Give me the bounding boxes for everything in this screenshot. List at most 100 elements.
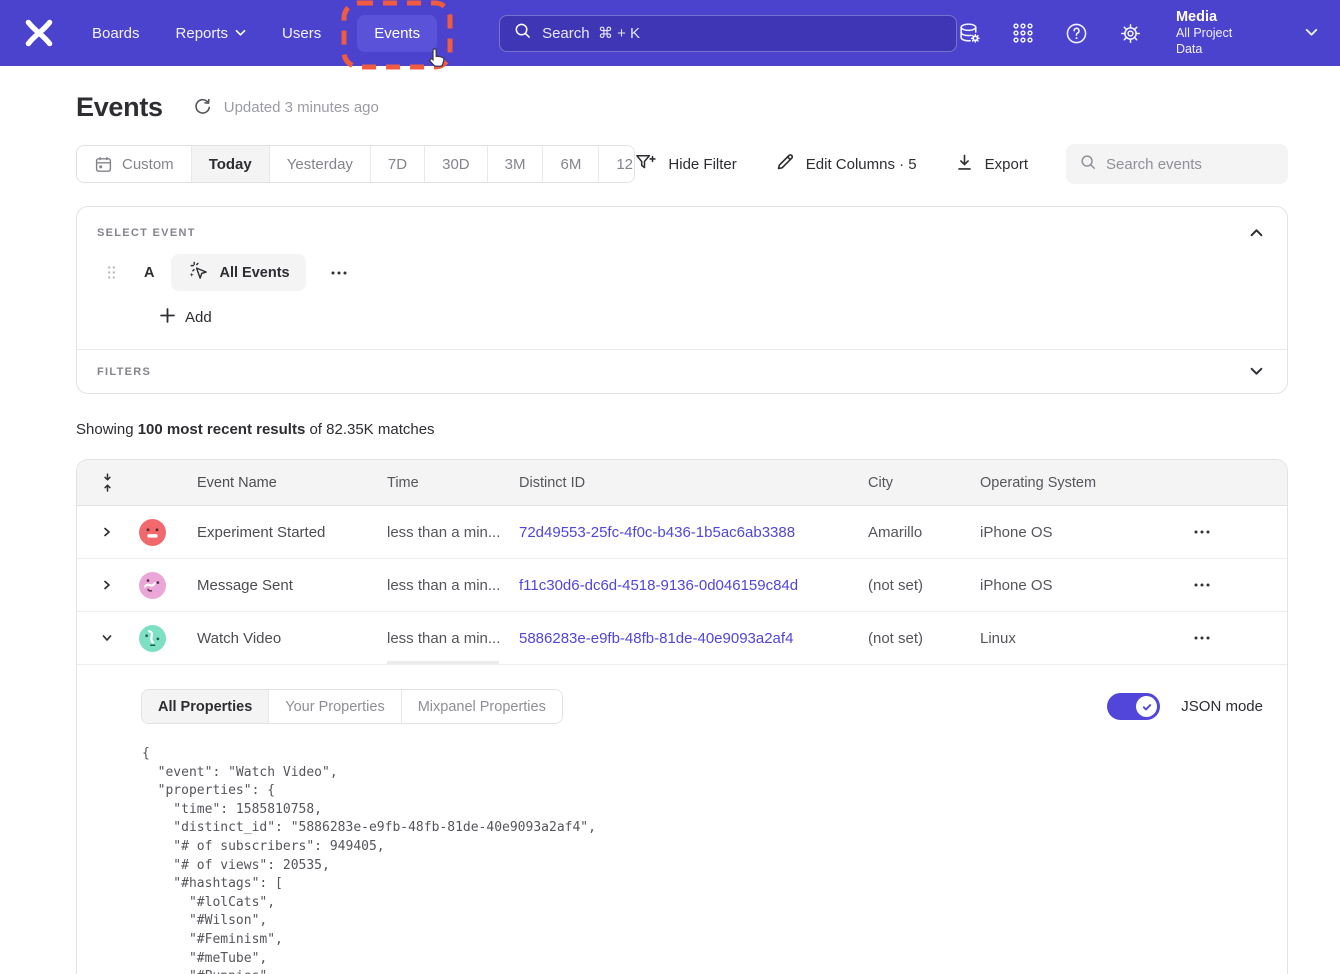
search-icon — [513, 21, 532, 45]
time-column-scroll-shadow — [387, 661, 499, 665]
cursor-hand-icon — [425, 46, 450, 76]
json-mode-label: JSON mode — [1181, 698, 1263, 715]
calendar-icon — [94, 155, 113, 174]
column-header-city[interactable]: City — [868, 475, 980, 491]
collapse-all-rows-icon[interactable] — [89, 472, 125, 493]
project-subtitle: All Project Data — [1176, 26, 1262, 57]
os-cell: iPhone OS — [980, 577, 1186, 594]
json-property-viewer[interactable]: { "event": "Watch Video", "properties": … — [142, 745, 1267, 974]
date-range-7d[interactable]: 7D — [371, 146, 425, 182]
edit-columns-button[interactable]: Edit Columns · 5 — [775, 152, 917, 176]
date-range-selector: Custom Today Yesterday 7D 30D 3M 6M 12M — [76, 145, 635, 183]
chevron-down-icon[interactable] — [1305, 24, 1318, 42]
nav-item-users[interactable]: Users — [282, 25, 321, 42]
results-summary: Showing 100 most recent results of 82.35… — [76, 421, 1288, 438]
event-avatar-video — [125, 625, 179, 652]
tab-your-properties[interactable]: Your Properties — [269, 690, 401, 723]
expand-section-icon[interactable] — [1246, 365, 1267, 378]
city-cell: (not set) — [868, 577, 980, 594]
settings-gear-icon[interactable] — [1118, 21, 1143, 46]
export-button[interactable]: Export — [955, 153, 1028, 176]
select-event-label: SELECT EVENT — [97, 227, 196, 239]
events-table: Event Name Time Distinct ID City Operati… — [76, 459, 1288, 974]
row-actions-icon[interactable] — [1186, 583, 1287, 587]
refresh-icon[interactable] — [193, 98, 212, 117]
event-options-icon[interactable] — [323, 265, 355, 281]
column-header-event-name[interactable]: Event Name — [179, 475, 387, 491]
table-header-row: Event Name Time Distinct ID City Operati… — [77, 460, 1287, 506]
date-range-12m[interactable]: 12M — [599, 146, 635, 182]
event-selector-chip[interactable]: All Events — [171, 254, 305, 291]
download-icon — [955, 153, 974, 176]
os-cell: Linux — [980, 630, 1186, 647]
time-cell: less than a min... — [387, 630, 519, 647]
properties-tabs: All Properties Your Properties Mixpanel … — [141, 689, 563, 724]
city-cell: (not set) — [868, 630, 980, 647]
project-switcher[interactable]: Media All Project Data — [1176, 8, 1262, 57]
event-name-cell[interactable]: Experiment Started — [179, 524, 387, 541]
event-avatar-message — [125, 572, 179, 599]
distinct-id-link[interactable]: 5886283e-e9fb-48fb-81de-40e9093a2af4 — [519, 630, 868, 647]
add-event-button[interactable]: Add — [160, 308, 212, 327]
search-events-field[interactable] — [1066, 144, 1288, 184]
os-cell: iPhone OS — [980, 524, 1186, 541]
filters-label: FILTERS — [97, 366, 151, 378]
row-actions-icon[interactable] — [1186, 530, 1287, 534]
step-letter: A — [144, 265, 154, 281]
project-name: Media — [1176, 8, 1262, 26]
distinct-id-link[interactable]: f11c30d6-dc6d-4518-9136-0d046159c84d — [519, 577, 868, 594]
row-actions-icon[interactable] — [1186, 636, 1287, 640]
plus-icon — [160, 308, 175, 327]
drag-handle-icon[interactable] — [106, 264, 117, 281]
updated-timestamp: Updated 3 minutes ago — [224, 99, 379, 116]
sparkle-cursor-icon — [187, 259, 210, 286]
city-cell: Amarillo — [868, 524, 980, 541]
time-cell: less than a min... — [387, 577, 519, 594]
time-cell: less than a min... — [387, 524, 519, 541]
date-range-custom[interactable]: Custom — [77, 146, 192, 182]
date-range-3m[interactable]: 3M — [488, 146, 544, 182]
column-header-os[interactable]: Operating System — [980, 475, 1186, 491]
table-row: Experiment Started less than a min... 72… — [77, 506, 1287, 559]
tab-mixpanel-properties[interactable]: Mixpanel Properties — [402, 690, 562, 723]
event-name-cell[interactable]: Watch Video — [179, 630, 387, 647]
global-search-input[interactable] — [542, 25, 943, 42]
help-icon[interactable] — [1064, 21, 1089, 46]
event-avatar-experiment — [125, 519, 179, 546]
global-search[interactable] — [499, 15, 957, 52]
data-management-icon[interactable] — [957, 21, 982, 46]
chevron-down-icon — [235, 24, 246, 41]
page-title: Events — [76, 92, 163, 123]
apps-grid-icon[interactable] — [1011, 21, 1035, 45]
collapse-row-icon[interactable] — [89, 632, 125, 644]
events-page: Events Updated 3 minutes ago Custom Toda… — [0, 92, 1340, 974]
query-builder-card: SELECT EVENT A — [76, 206, 1288, 394]
hide-filter-button[interactable]: Hide Filter — [635, 152, 736, 176]
event-detail-panel: All Properties Your Properties Mixpanel … — [77, 665, 1287, 974]
nav-item-reports[interactable]: Reports — [176, 24, 247, 42]
json-mode-toggle[interactable] — [1107, 693, 1160, 720]
toggle-knob — [1136, 696, 1157, 717]
date-range-6m[interactable]: 6M — [543, 146, 599, 182]
top-navbar: Boards Reports Users Events — [0, 0, 1340, 66]
funnel-plus-icon — [635, 152, 657, 176]
table-row-expanded: Watch Video less than a min... 5886283e-… — [77, 612, 1287, 665]
collapse-section-icon[interactable] — [1246, 226, 1267, 239]
tab-all-properties[interactable]: All Properties — [142, 690, 269, 723]
search-events-input[interactable] — [1106, 156, 1305, 173]
filters-section-header[interactable]: FILTERS — [77, 350, 1287, 393]
expand-row-icon[interactable] — [89, 526, 125, 538]
mixpanel-logo-icon[interactable] — [22, 16, 56, 50]
table-row: Message Sent less than a min... f11c30d6… — [77, 559, 1287, 612]
expand-row-icon[interactable] — [89, 579, 125, 591]
column-header-distinct-id[interactable]: Distinct ID — [519, 475, 868, 491]
date-range-today[interactable]: Today — [192, 146, 270, 182]
pencil-icon — [775, 152, 795, 176]
date-range-yesterday[interactable]: Yesterday — [270, 146, 371, 182]
date-range-30d[interactable]: 30D — [425, 146, 488, 182]
search-icon — [1079, 153, 1097, 176]
distinct-id-link[interactable]: 72d49553-25fc-4f0c-b436-1b5ac6ab3388 — [519, 524, 868, 541]
nav-item-boards[interactable]: Boards — [92, 25, 140, 42]
column-header-time[interactable]: Time — [387, 475, 519, 491]
event-name-cell[interactable]: Message Sent — [179, 577, 387, 594]
